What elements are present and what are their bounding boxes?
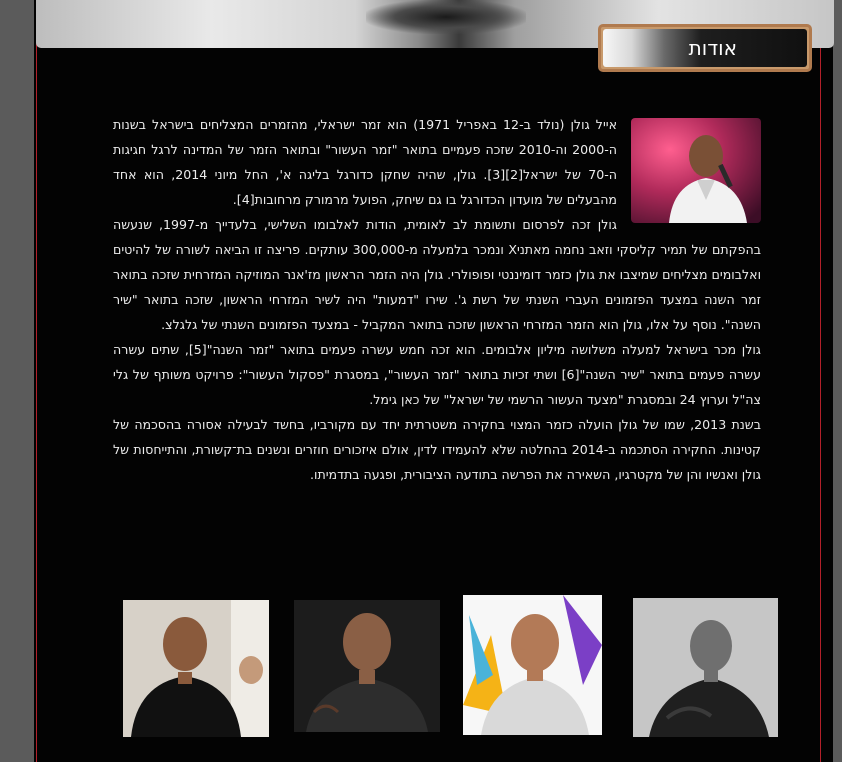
paragraph-3: גולן מכר בישראל למעלה משלושה מיליון אלבו… <box>113 342 761 407</box>
section-title: אודות <box>688 36 737 60</box>
right-border-line <box>820 0 821 762</box>
gallery-photo-2[interactable] <box>294 600 440 732</box>
banner-shadow <box>366 0 526 34</box>
gallery-photo-2-image <box>294 600 440 732</box>
artist-on-stage-photo <box>631 118 761 223</box>
paragraph-2: גולן זכה לפרסום ותשומת לב לאומית, הודות … <box>113 217 761 332</box>
about-content: אייל גולן (נולד ב-12 באפריל 1971) הוא זמ… <box>113 112 761 487</box>
gallery-photo-1-image <box>123 600 269 737</box>
artist-thumbnail-image <box>631 118 761 223</box>
paragraph-4: בשנת 2013, שמו של גולן הועלה כזמר המצוי … <box>113 417 761 482</box>
gallery-photo-3-image <box>463 595 602 735</box>
gallery-photo-4-image <box>633 598 778 737</box>
gallery-photo-1[interactable] <box>123 600 269 737</box>
gallery-photo-4[interactable] <box>633 598 778 737</box>
gallery-photo-3[interactable] <box>463 595 602 735</box>
section-title-plate: אודות <box>603 29 807 67</box>
section-title-badge: אודות <box>598 24 812 72</box>
left-border-line <box>36 0 37 762</box>
